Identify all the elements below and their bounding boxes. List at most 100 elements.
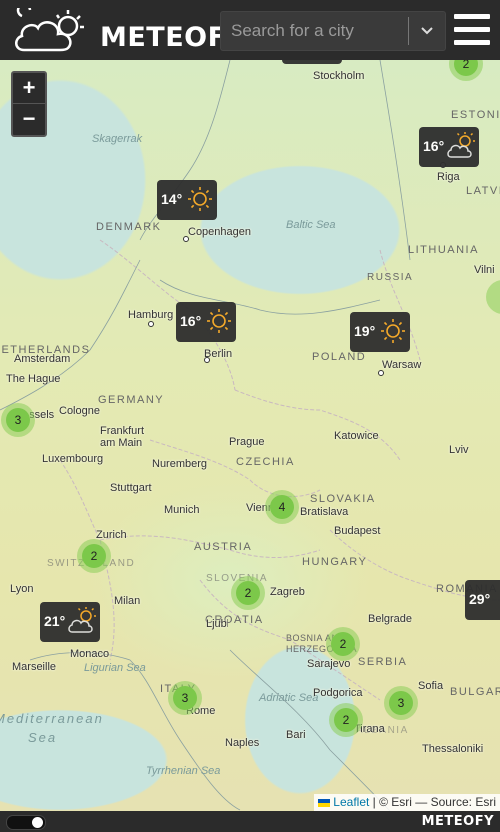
weather-marker[interactable]: 21°: [40, 602, 100, 642]
sea-label: Sea: [28, 730, 58, 745]
country-label: POLAND: [312, 351, 367, 363]
city-label: Copenhagen: [188, 226, 252, 238]
city-label: Katowice: [334, 430, 379, 442]
city-label: Nuremberg: [152, 458, 208, 470]
sea-label: Adriatic Sea: [259, 692, 319, 704]
city-label: Stuttgart: [110, 482, 152, 494]
city-label: Belgrade: [368, 613, 413, 625]
app-header: METEOFY: [0, 0, 500, 60]
city-search-box[interactable]: [220, 11, 446, 51]
sea-label: Skagerrak: [92, 133, 143, 145]
marker-cluster[interactable]: 3: [384, 686, 418, 720]
menu-icon[interactable]: [454, 12, 490, 46]
sunny-icon: [188, 187, 212, 211]
cluster-count: 2: [454, 60, 478, 76]
zoom-in-button[interactable]: +: [13, 73, 45, 104]
country-label: RUSSIA: [367, 272, 414, 283]
city-label: Luxembourg: [42, 453, 104, 465]
country-label: LATVIA: [466, 185, 500, 197]
app-footer: METEOFY: [0, 811, 500, 832]
weather-marker-partial[interactable]: [282, 60, 342, 64]
country-label: SLOVAKIA: [310, 493, 376, 505]
city-label: The Hague: [6, 373, 61, 385]
city-label: Stockholm: [313, 70, 365, 82]
map-attribution: Leaflet | © Esri — Source: Esri: [314, 794, 500, 811]
marker-cluster[interactable]: 2: [326, 627, 360, 661]
marker-cluster[interactable]: 2: [77, 539, 111, 573]
logo[interactable]: METEOFY: [12, 8, 246, 56]
partly-cloudy-icon: [447, 132, 475, 158]
zoom-out-button[interactable]: −: [13, 104, 45, 134]
city-label: Milan: [114, 595, 141, 607]
city-label: Munich: [164, 504, 200, 516]
leaflet-link[interactable]: Leaflet: [333, 795, 369, 809]
cluster-count: 3: [389, 691, 413, 715]
weather-marker[interactable]: 19°: [350, 312, 410, 352]
weather-marker[interactable]: 14°: [157, 180, 217, 220]
attribution-text: | © Esri — Source: Esri: [372, 795, 496, 809]
cluster-count: 2: [236, 581, 260, 605]
sunny-icon: [207, 309, 231, 333]
cluster-count: 3: [6, 408, 30, 432]
country-label: LITHUANIA: [408, 244, 479, 256]
toggle-knob: [32, 817, 43, 828]
city-label: Thessaloniki: [422, 743, 484, 755]
city-label: Bari: [286, 729, 306, 741]
chevron-down-icon[interactable]: [409, 12, 445, 50]
marker-cluster[interactable]: 3: [1, 403, 35, 437]
sea-label: Mediterranean: [0, 711, 104, 726]
temperature-label: 16°: [423, 138, 445, 154]
country-label: BULGARIA: [450, 686, 500, 698]
city-label: Budapest: [334, 525, 381, 537]
marker-cluster[interactable]: 2: [329, 703, 363, 737]
temperature-label: 29°: [469, 591, 491, 607]
theme-toggle[interactable]: [6, 815, 46, 830]
sea-label: Tyrrhenian Sea: [146, 765, 221, 777]
cluster-count: 2: [331, 632, 355, 656]
city-label: Zagreb: [270, 586, 305, 598]
city-label: Hamburg: [128, 309, 174, 321]
weather-marker[interactable]: 16°: [419, 127, 479, 167]
cluster-count: 2: [334, 708, 358, 732]
cluster-count: 3: [173, 686, 197, 710]
city-label: Naples: [225, 737, 260, 749]
city-label: Bratislava: [300, 506, 349, 518]
sea-label: Ligurian Sea: [84, 662, 146, 674]
zoom-control: + −: [11, 71, 47, 137]
city-label: Amsterdam: [14, 353, 71, 365]
city-marker: [204, 357, 210, 363]
temperature-label: 16°: [180, 313, 202, 329]
ukraine-flag-icon: [318, 798, 331, 807]
country-label: AUSTRIA: [194, 541, 253, 553]
city-label: Warsaw: [382, 359, 422, 371]
sea-label: Baltic Sea: [286, 219, 336, 231]
country-label: CZECHIA: [236, 456, 295, 468]
weather-marker[interactable]: 16°: [176, 302, 236, 342]
city-label: Frankfurt am Main: [100, 425, 145, 449]
sunny-icon: [381, 319, 405, 343]
city-label: Prague: [229, 436, 265, 448]
weather-marker[interactable]: 29°: [465, 580, 500, 620]
marker-cluster[interactable]: 2: [231, 576, 265, 610]
city-marker: [378, 370, 384, 376]
city-search-input[interactable]: [221, 12, 407, 50]
country-label: GERMANY: [98, 394, 165, 406]
city-label: Marseille: [12, 661, 57, 673]
city-label: Lviv: [449, 444, 469, 456]
partly-cloudy-icon: [68, 607, 96, 633]
city-label: Riga: [437, 171, 460, 183]
temperature-label: 21°: [44, 613, 66, 629]
temperature-label: 14°: [161, 191, 183, 207]
city-label: Lyon: [10, 583, 34, 595]
city-label: Sofia: [418, 680, 444, 692]
country-label: HUNGARY: [302, 556, 368, 568]
marker-cluster[interactable]: 3: [168, 681, 202, 715]
cluster-count: 2: [82, 544, 106, 568]
country-label: SERBIA: [358, 656, 408, 668]
city-marker: [183, 236, 189, 242]
map[interactable]: Skagerrak Baltic Sea Ligurian Sea Adriat…: [0, 60, 500, 811]
city-marker: [148, 321, 154, 327]
marker-cluster[interactable]: 4: [265, 490, 299, 524]
footer-brand: METEOFY: [421, 814, 494, 829]
cloud-sun-logo-icon: [15, 8, 84, 52]
